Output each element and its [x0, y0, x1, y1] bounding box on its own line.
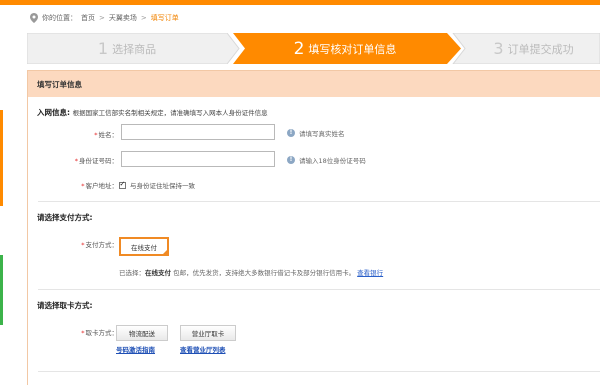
id-number-hint-text: 请输入18位身份证号码 — [299, 157, 366, 165]
step-label: 选择商品 — [112, 42, 157, 56]
top-accent-bar — [0, 0, 600, 5]
info-icon: ! — [287, 129, 295, 137]
section-divider — [38, 289, 600, 290]
step-number: 1 — [97, 39, 109, 58]
step-label: 订单提交成功 — [507, 42, 574, 56]
view-banks-link[interactable]: 查看银行 — [357, 269, 383, 277]
breadcrumb-current: 填写订单 — [150, 14, 179, 22]
step-fill-order: 2 填写核对订单信息 — [245, 33, 445, 64]
step-number: 2 — [293, 38, 305, 59]
breadcrumb-separator: > — [140, 14, 147, 22]
panel-title: 填写订单信息 — [28, 71, 600, 97]
logistics-delivery-button[interactable]: 物流配送 — [116, 325, 168, 341]
id-number-hint: ! 请输入18位身份证号码 — [287, 155, 366, 165]
online-payment-label: 在线支付 — [131, 243, 157, 252]
address-same-label: 与身份证住址保持一致 — [130, 182, 195, 190]
address-same-row[interactable]: 与身份证住址保持一致 — [119, 180, 195, 190]
selected-corner-icon — [161, 248, 169, 256]
payment-note: 已选择：在线支付 包邮，优先发货，支持绝大多数银行借记卡及部分银行信用卡。 查看… — [119, 269, 384, 277]
pickup-label: *取卡方式： — [81, 329, 118, 337]
breadcrumb-store[interactable]: 天翼卖场 — [109, 13, 137, 23]
name-input[interactable] — [121, 124, 275, 140]
address-label: *客户地址： — [81, 182, 118, 190]
side-tab-green[interactable] — [0, 255, 3, 325]
step-select-product: 1 选择商品 — [27, 33, 227, 64]
breadcrumb: 你的位置： 首页 > 天翼卖场 > 填写订单 — [30, 12, 179, 24]
network-info-section: 入网信息: 根据国家工信部实名制相关规定，请准确填写入网本人身份证件信息 — [37, 107, 268, 118]
network-info-note: 根据国家工信部实名制相关规定，请准确填写入网本人身份证件信息 — [72, 109, 268, 117]
name-hint: ! 请填写真实姓名 — [287, 128, 345, 138]
store-list-link[interactable]: 查看营业厅列表 — [180, 344, 226, 354]
address-same-checkbox[interactable] — [119, 180, 126, 189]
step-label: 填写核对订单信息 — [308, 42, 397, 56]
online-payment-option[interactable]: 在线支付 — [119, 237, 169, 256]
store-pickup-button[interactable]: 营业厅取卡 — [180, 325, 236, 341]
breadcrumb-separator: > — [99, 14, 105, 22]
activation-guide-link[interactable]: 号码激活指南 — [116, 344, 155, 354]
breadcrumb-prefix: 你的位置： — [42, 14, 77, 22]
info-icon: ! — [287, 156, 295, 164]
payment-title: 请选择支付方式: — [37, 213, 93, 222]
network-info-title: 入网信息: — [37, 108, 70, 117]
side-tab-orange[interactable] — [0, 110, 3, 206]
section-divider — [38, 201, 600, 202]
name-label: *姓名： — [94, 131, 118, 139]
step-number: 3 — [493, 39, 504, 58]
breadcrumb-home[interactable]: 首页 — [81, 13, 95, 23]
step-order-submitted: 3 订单提交成功 — [467, 33, 600, 64]
name-hint-text: 请填写真实姓名 — [299, 130, 345, 138]
id-number-label: *身份证号码： — [74, 157, 118, 165]
section-divider — [38, 371, 600, 372]
order-form-panel: 填写订单信息 入网信息: 根据国家工信部实名制相关规定，请准确填写入网本人身份证… — [27, 70, 600, 385]
location-pin-icon — [30, 13, 38, 23]
pickup-title: 请选择取卡方式: — [37, 301, 93, 310]
id-number-input[interactable] — [121, 151, 275, 167]
payment-label: *支付方式： — [81, 241, 118, 249]
progress-steps: 1 选择商品 2 填写核对订单信息 3 订单提交成功 — [27, 33, 600, 64]
